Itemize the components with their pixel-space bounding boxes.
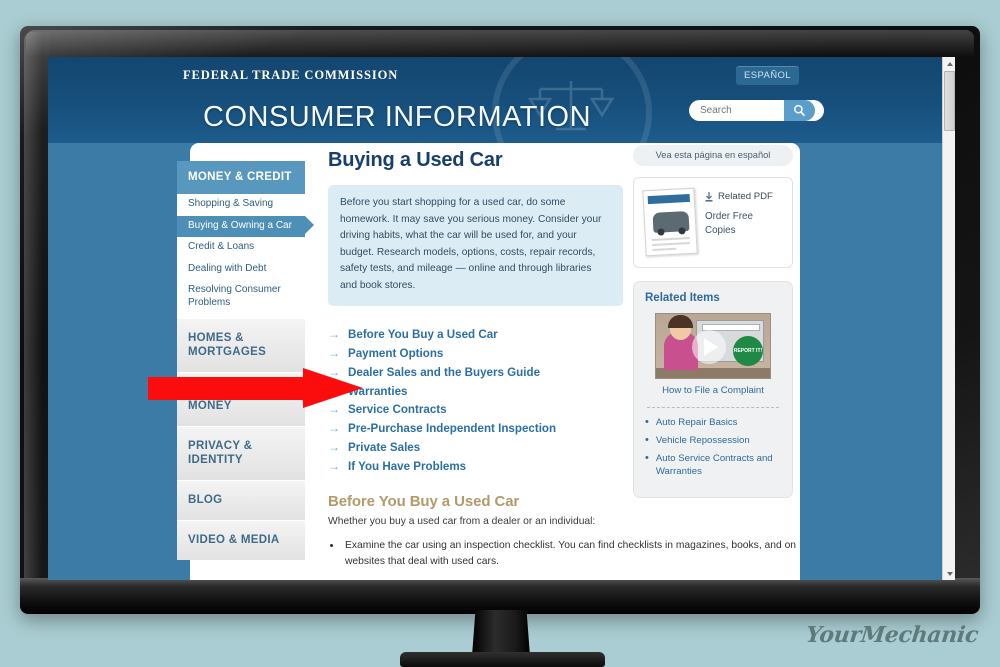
list-item[interactable]: • Vehicle Repossession — [645, 433, 781, 448]
related-pdf-box[interactable]: Related PDF Order Free Copies — [633, 177, 793, 268]
bullet-icon: • — [645, 433, 649, 446]
order-free-copies-link[interactable]: Order Free Copies — [705, 210, 782, 238]
sidebar-section-label: MONEY & CREDIT — [188, 171, 292, 183]
red-arrow-pointing-right-icon — [148, 368, 363, 408]
video-caption-link[interactable]: How to File a Complaint — [645, 385, 781, 396]
right-rail: Vea esta página en español Related PDF O… — [633, 145, 793, 498]
agency-name: FEDERAL TRADE COMMISSION — [183, 68, 399, 82]
play-icon[interactable] — [692, 330, 726, 364]
jump-link-before-you-buy[interactable]: Before You Buy a Used Car — [348, 328, 498, 341]
sidebar-section-label: PRIVACY & IDENTITY — [188, 440, 253, 467]
list-item[interactable]: → Service Contracts — [328, 403, 623, 417]
spanish-page-link[interactable]: Vea esta página en español — [633, 145, 793, 166]
sidebar-nav: MONEY & CREDIT Shopping & Saving Buying … — [177, 161, 314, 561]
list-item[interactable]: → Pre-Purchase Independent Inspection — [328, 421, 623, 436]
sidebar-item-label: Resolving Consumer Problems — [188, 284, 281, 308]
divider — [647, 407, 779, 408]
main-content: Buying a Used Car Before you start shopp… — [328, 149, 796, 580]
sidebar-section-blog[interactable]: BLOG — [177, 480, 305, 521]
sidebar-item-credit-loans[interactable]: Credit & Loans — [177, 237, 305, 259]
related-pdf-title-row: Related PDF — [705, 191, 782, 202]
report-it-badge: REPORT IT! — [733, 336, 763, 366]
sidebar-section-label: BLOG — [188, 494, 223, 507]
arrow-right-icon: → — [328, 327, 340, 342]
related-link-auto-service-contracts[interactable]: Auto Service Contracts and Warranties — [656, 453, 781, 479]
vertical-scrollbar[interactable] — [942, 57, 955, 580]
section-heading: Before You Buy a Used Car — [328, 493, 520, 511]
arrow-right-icon: → — [328, 421, 340, 436]
arrow-right-icon: → — [328, 458, 340, 473]
monitor-stand-neck — [472, 610, 530, 656]
list-item[interactable]: → If You Have Problems — [328, 458, 623, 473]
scroll-up-button[interactable] — [943, 57, 955, 70]
related-link-vehicle-repossession[interactable]: Vehicle Repossession — [656, 435, 750, 448]
jump-link-dealer-sales[interactable]: Dealer Sales and the Buyers Guide — [348, 366, 540, 379]
chevron-down-icon — [946, 571, 953, 576]
sidebar-section-video-media[interactable]: VIDEO & MEDIA — [177, 520, 305, 561]
monitor-stand-base — [400, 652, 605, 667]
search-input[interactable] — [689, 105, 784, 116]
monitor-bottom-bezel — [20, 578, 980, 614]
person-hair-illustration — [668, 315, 693, 328]
intro-paragraph: Before you start shopping for a used car… — [328, 185, 623, 307]
jump-link-payment-options[interactable]: Payment Options — [348, 347, 443, 360]
sidebar-section-privacy-identity[interactable]: PRIVACY & IDENTITY — [177, 426, 305, 481]
jump-link-if-you-have-problems[interactable]: If You Have Problems — [348, 460, 466, 473]
pdf-booklet-thumbnail-icon — [642, 187, 698, 257]
download-icon — [705, 191, 713, 202]
chevron-up-icon — [946, 61, 953, 66]
sidebar-item-resolving-consumer-problems[interactable]: Resolving Consumer Problems — [177, 280, 305, 319]
list-item: Test drive the car under varied road con… — [342, 579, 822, 580]
watermark: YourMechanic — [804, 622, 980, 648]
jump-link-list: → Before You Buy a Used Car → Payment Opti… — [328, 327, 623, 473]
search-icon — [794, 104, 806, 117]
arrow-right-icon: → — [328, 345, 340, 360]
sidebar-section-homes-mortgages[interactable]: HOMES & MORTGAGES — [177, 318, 305, 373]
sidebar-item-label: Buying & Owning a Car — [188, 219, 292, 231]
sidebar-item-label: Shopping & Saving — [188, 198, 274, 210]
sidebar-section-label: VIDEO & MEDIA — [188, 534, 280, 547]
arrow-right-icon: → — [328, 440, 340, 455]
sidebar-item-label: Dealing with Debt — [188, 262, 267, 274]
related-links-list: • Auto Repair Basics • Vehicle Repossessio… — [645, 417, 781, 479]
list-item[interactable]: • Auto Repair Basics — [645, 417, 781, 430]
list-item: Examine the car using an inspection chec… — [342, 538, 822, 570]
list-item[interactable]: → Private Sales — [328, 440, 623, 455]
banner-title: CONSUMER INFORMATION — [203, 101, 592, 133]
list-item[interactable]: → Before You Buy a Used Car — [328, 327, 623, 342]
search-box[interactable] — [689, 100, 824, 121]
sidebar-item-label: Credit & Loans — [188, 241, 255, 253]
sidebar-item-shopping-saving[interactable]: Shopping & Saving — [177, 194, 305, 216]
list-item[interactable]: → Warranties — [328, 384, 623, 398]
espanol-button[interactable]: ESPAÑOL — [736, 66, 799, 85]
bullet-icon: • — [645, 416, 649, 428]
sidebar-section-label: HOMES & MORTGAGES — [188, 332, 267, 359]
list-item[interactable]: → Dealer Sales and the Buyers Guide — [328, 365, 623, 379]
bullet-icon: • — [645, 451, 649, 464]
site-header: FEDERAL TRADE COMMISSION ESPAÑOL CONSUME… — [48, 57, 942, 143]
monitor-screen: FEDERAL TRADE COMMISSION ESPAÑOL CONSUME… — [48, 57, 955, 580]
tips-list: Examine the car using an inspection chec… — [342, 538, 822, 580]
sidebar-item-dealing-with-debt[interactable]: Dealing with Debt — [177, 258, 305, 281]
list-item[interactable]: → Payment Options — [328, 345, 623, 360]
jump-link-private-sales[interactable]: Private Sales — [348, 441, 420, 454]
related-pdf-label: Related PDF — [718, 191, 773, 202]
related-link-auto-repair-basics[interactable]: Auto Repair Basics — [656, 417, 738, 430]
screenshot-root: FEDERAL TRADE COMMISSION ESPAÑOL CONSUME… — [0, 0, 1000, 667]
jump-link-pre-purchase-inspection[interactable]: Pre-Purchase Independent Inspection — [348, 422, 556, 435]
search-button[interactable] — [784, 100, 815, 121]
video-thumbnail[interactable]: REPORT IT! — [655, 313, 771, 379]
scrollbar-thumb[interactable] — [944, 71, 955, 131]
section-lead: Whether you buy a used car from a dealer… — [328, 516, 596, 528]
sidebar-section-money-credit[interactable]: MONEY & CREDIT — [177, 161, 305, 195]
sidebar-item-buying-owning-a-car[interactable]: Buying & Owning a Car — [177, 215, 314, 238]
scroll-down-button[interactable] — [943, 567, 955, 580]
related-items-title: Related Items — [645, 292, 720, 304]
list-item[interactable]: • Auto Service Contracts and Warranties — [645, 451, 781, 479]
related-items-box: Related Items REPORT IT! How to File a C… — [633, 281, 793, 498]
page-title: Buying a Used Car — [328, 149, 503, 171]
